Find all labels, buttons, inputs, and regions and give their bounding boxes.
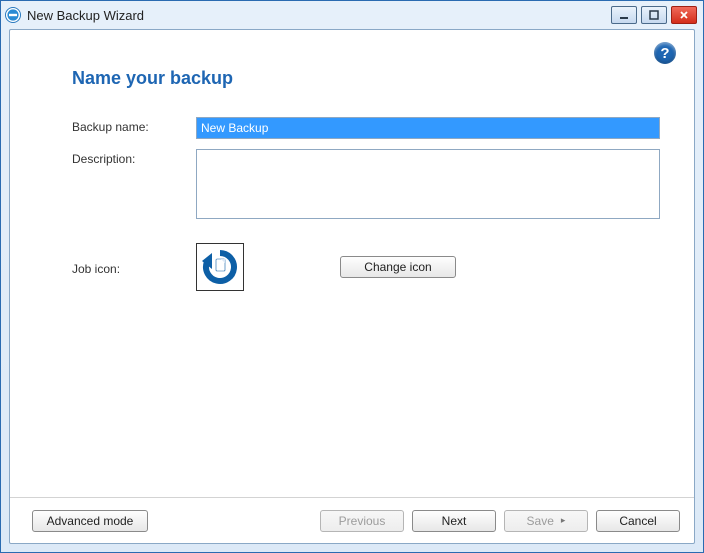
next-button[interactable]: Next bbox=[412, 510, 496, 532]
description-textarea[interactable] bbox=[196, 149, 660, 219]
maximize-button[interactable] bbox=[641, 6, 667, 24]
previous-label: Previous bbox=[339, 514, 386, 528]
app-icon bbox=[5, 7, 21, 23]
backup-name-input[interactable] bbox=[196, 117, 660, 139]
help-icon[interactable]: ? bbox=[654, 42, 676, 64]
save-label: Save bbox=[527, 514, 554, 528]
close-button[interactable] bbox=[671, 6, 697, 24]
page-heading: Name your backup bbox=[72, 68, 670, 89]
change-icon-button[interactable]: Change icon bbox=[340, 256, 456, 278]
window-controls bbox=[611, 6, 697, 24]
description-label: Description: bbox=[72, 149, 196, 166]
advanced-mode-label: Advanced mode bbox=[47, 514, 134, 528]
window-title: New Backup Wizard bbox=[27, 8, 611, 23]
advanced-mode-button[interactable]: Advanced mode bbox=[32, 510, 148, 532]
restore-icon bbox=[200, 247, 240, 287]
footer-bar: Advanced mode Previous Next Save ▸ Cance… bbox=[10, 497, 694, 543]
cancel-label: Cancel bbox=[619, 514, 656, 528]
row-description: Description: bbox=[34, 149, 670, 219]
titlebar[interactable]: New Backup Wizard bbox=[1, 1, 703, 29]
job-icon-preview bbox=[196, 243, 244, 291]
next-label: Next bbox=[442, 514, 467, 528]
row-job-icon: Job icon: Change icon bbox=[34, 243, 670, 291]
cancel-button[interactable]: Cancel bbox=[596, 510, 680, 532]
previous-button: Previous bbox=[320, 510, 404, 532]
client-area: ? Name your backup Backup name: Descript… bbox=[9, 29, 695, 544]
row-backup-name: Backup name: bbox=[34, 117, 670, 139]
minimize-button[interactable] bbox=[611, 6, 637, 24]
change-icon-label: Change icon bbox=[364, 260, 431, 274]
content-panel: ? Name your backup Backup name: Descript… bbox=[10, 30, 694, 497]
chevron-right-icon: ▸ bbox=[561, 515, 566, 526]
save-button: Save ▸ bbox=[504, 510, 588, 532]
backup-name-label: Backup name: bbox=[72, 117, 196, 134]
job-icon-label: Job icon: bbox=[72, 259, 196, 276]
window-frame: New Backup Wizard ? Name your backup Bac… bbox=[0, 0, 704, 553]
